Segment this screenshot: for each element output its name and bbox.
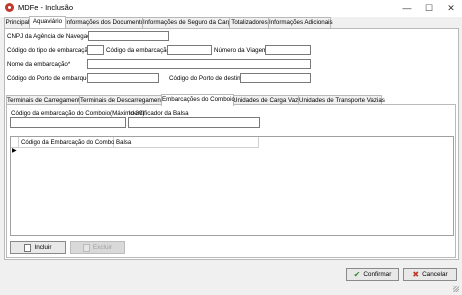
balsa-field[interactable]: [128, 117, 260, 128]
codigo-comboio-label: Código da embarcação do Comboio(Máximo 3…: [11, 110, 145, 117]
nome-embarcacao-label: Nome da embarcação*: [7, 61, 71, 68]
window-title: MDFe - Inclusão: [18, 3, 74, 12]
maximize-button[interactable]: ☐: [419, 1, 439, 15]
cnpj-agencia-field[interactable]: [88, 31, 169, 41]
confirmar-label: Confirmar: [363, 271, 392, 278]
incluir-button[interactable]: Incluir: [10, 241, 66, 254]
balsa-label: Identificador da Balsa: [129, 110, 189, 117]
comboio-grid[interactable]: Código da Embarcação do Comboio Balsa ▶: [10, 136, 454, 236]
grid-header-balsa[interactable]: Balsa: [114, 137, 259, 148]
incluir-label: Incluir: [34, 244, 52, 251]
resize-grip[interactable]: [453, 286, 459, 292]
title-bar: MDFe - Inclusão — ☐ ✕: [0, 0, 462, 17]
porto-embarque-field[interactable]: [87, 73, 159, 83]
codigo-tipo-embarcacao-field[interactable]: [87, 45, 104, 55]
tab-embarcacoes-comboio[interactable]: Embarcações do Comboio: [161, 94, 235, 106]
porto-destino-field[interactable]: [240, 73, 311, 83]
numero-viagem-field[interactable]: [265, 45, 311, 55]
row-indicator-icon: ▶: [12, 148, 17, 154]
tab-informacoes-documentos[interactable]: Informações dos Documentos: [64, 17, 147, 28]
tab-informacoes-adicionais[interactable]: Informações Adicionais: [268, 17, 333, 28]
nome-embarcacao-field[interactable]: [87, 59, 311, 69]
codigo-comboio-field[interactable]: [10, 117, 126, 128]
excluir-label: Excluir: [92, 244, 113, 251]
tab-seguro-carga[interactable]: Informações de Seguro da Carga: [142, 17, 235, 28]
excluir-button[interactable]: Excluir: [70, 241, 125, 254]
numero-viagem-label: Número da Viagem*: [214, 47, 270, 54]
codigo-embarcacao-label: Código da embarcação*: [106, 47, 173, 54]
add-icon: [24, 243, 32, 252]
close-button[interactable]: ✕: [441, 1, 461, 15]
porto-embarque-label: Código do Porto de embarque*: [7, 75, 93, 82]
cnpj-agencia-label: CNPJ da Agência de Navegação*: [7, 33, 100, 40]
codigo-tipo-embarcacao-label: Código do tipo de embarcação*: [7, 47, 94, 54]
codigo-embarcacao-field[interactable]: [167, 45, 212, 55]
tab-principal[interactable]: Principal: [4, 17, 31, 28]
minimize-button[interactable]: —: [397, 1, 417, 15]
tab-totalizadores[interactable]: Totalizadores: [229, 17, 270, 28]
app-icon: [5, 3, 14, 12]
delete-icon: [82, 243, 90, 252]
cancelar-label: Cancelar: [422, 271, 448, 278]
confirmar-button[interactable]: ✔ Confirmar: [346, 268, 399, 281]
cancelar-button[interactable]: ✖ Cancelar: [403, 268, 457, 281]
cancel-icon: ✖: [412, 269, 420, 279]
grid-header-codigo[interactable]: Código da Embarcação do Comboio: [19, 137, 119, 148]
porto-destino-label: Código do Porto de destino*: [169, 75, 247, 82]
checkmark-icon: ✔: [353, 269, 361, 279]
tab-aquaviario[interactable]: Aquaviário: [29, 16, 66, 28]
